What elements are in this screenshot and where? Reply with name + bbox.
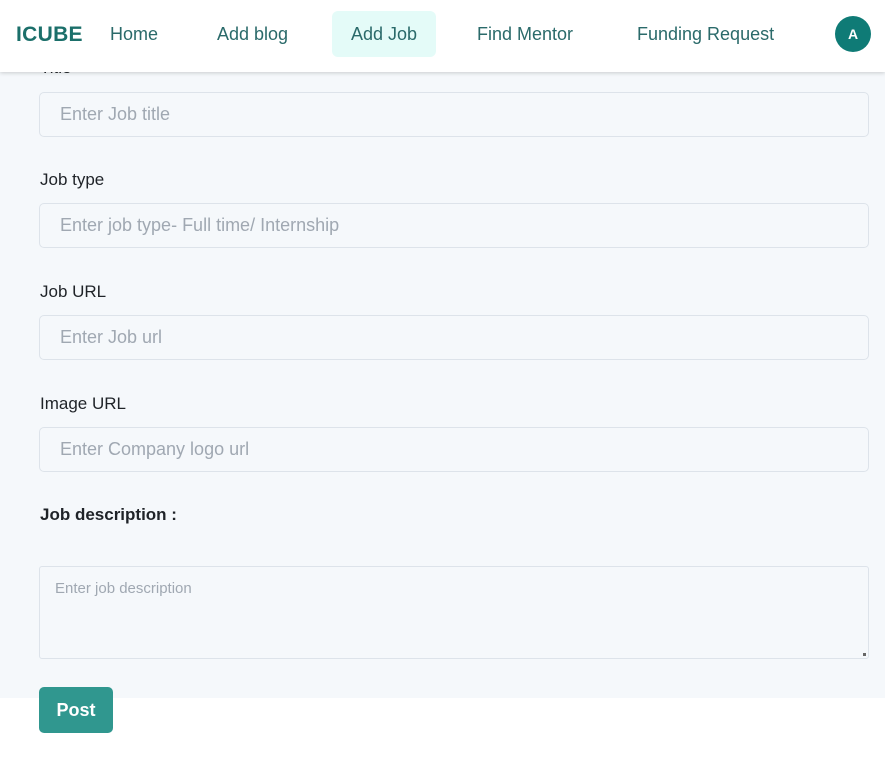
brand-logo[interactable]: ICUBE (16, 23, 83, 47)
nav-funding-request[interactable]: Funding Request (618, 11, 793, 57)
nav-home[interactable]: Home (91, 11, 177, 57)
nav-add-job[interactable]: Add Job (332, 11, 437, 57)
job-form: Title Enter Job title Job type Enter job… (0, 0, 885, 698)
job-description-placeholder: Enter job description (55, 580, 192, 597)
job-url-label: Job URL (40, 282, 107, 301)
job-type-label: Job type (40, 170, 105, 189)
title-input[interactable]: Enter Job title (39, 92, 869, 137)
post-button[interactable]: Post (39, 687, 113, 733)
image-url-input[interactable]: Enter Company logo url (39, 427, 869, 472)
job-description-textarea[interactable]: Enter job description (39, 566, 869, 659)
job-description-label: Job description : (40, 505, 177, 524)
add-job-page: Title Enter Job title Job type Enter job… (0, 0, 885, 757)
image-url-label: Image URL (40, 394, 126, 413)
resize-grip-icon[interactable] (863, 653, 866, 656)
nav-add-blog[interactable]: Add blog (198, 11, 307, 57)
nav-find-mentor[interactable]: Find Mentor (458, 11, 592, 57)
job-url-input[interactable]: Enter Job url (39, 315, 869, 360)
job-type-input[interactable]: Enter job type- Full time/ Internship (39, 203, 869, 248)
top-navbar: ICUBE Home Add blog Add Job Find Mentor … (0, 0, 885, 72)
user-avatar[interactable]: A (835, 16, 871, 52)
